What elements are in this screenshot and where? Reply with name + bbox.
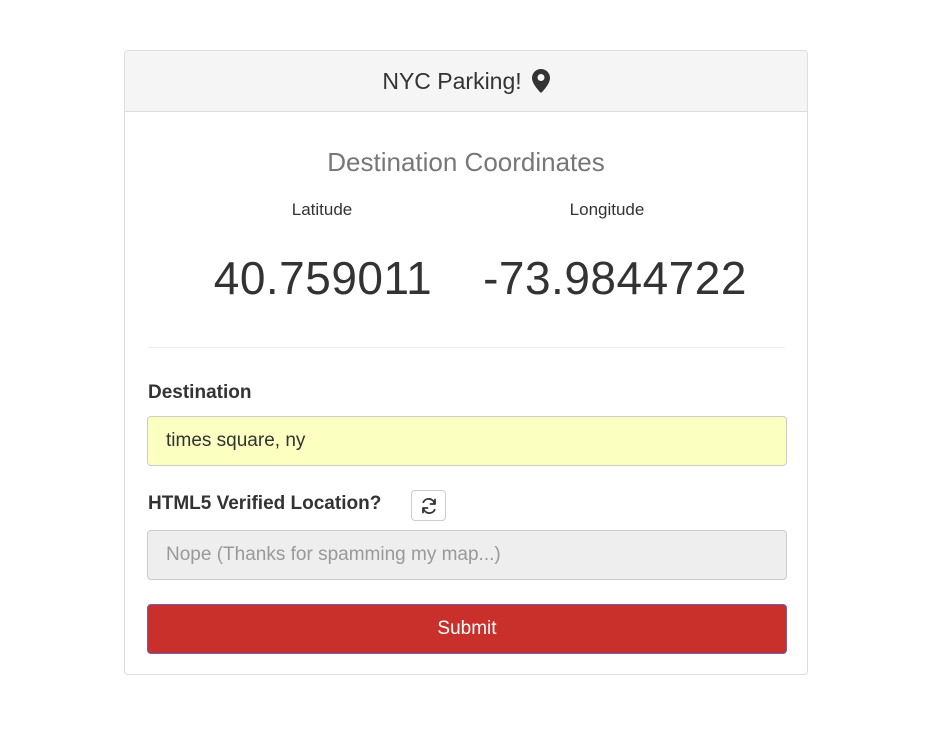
app-title: NYC Parking! xyxy=(382,67,522,94)
verified-location-label: HTML5 Verified Location? xyxy=(148,493,382,514)
panel-heading: NYC Parking! xyxy=(125,51,807,112)
map-marker-icon xyxy=(531,69,550,93)
verified-location-field[interactable]: Nope (Thanks for spamming my map...) xyxy=(147,530,787,580)
longitude-label: Longitude xyxy=(569,200,645,219)
coordinates-title: Destination Coordinates xyxy=(327,147,605,177)
divider xyxy=(147,347,785,348)
submit-button[interactable]: Submit xyxy=(147,604,787,654)
destination-input-value: times square, ny xyxy=(166,430,306,451)
verified-location-placeholder: Nope (Thanks for spamming my map...) xyxy=(166,544,501,565)
latitude-label: Latitude xyxy=(291,200,353,219)
destination-input[interactable]: times square, ny xyxy=(147,416,787,466)
destination-label: Destination xyxy=(148,382,252,403)
longitude-value: -73.9844722 xyxy=(483,252,747,304)
latitude-value: 40.759011 xyxy=(213,252,433,304)
refresh-icon xyxy=(420,497,438,515)
refresh-location-button[interactable] xyxy=(411,490,446,521)
parking-panel: NYC Parking! Destination Coordinates Lat… xyxy=(124,50,808,675)
